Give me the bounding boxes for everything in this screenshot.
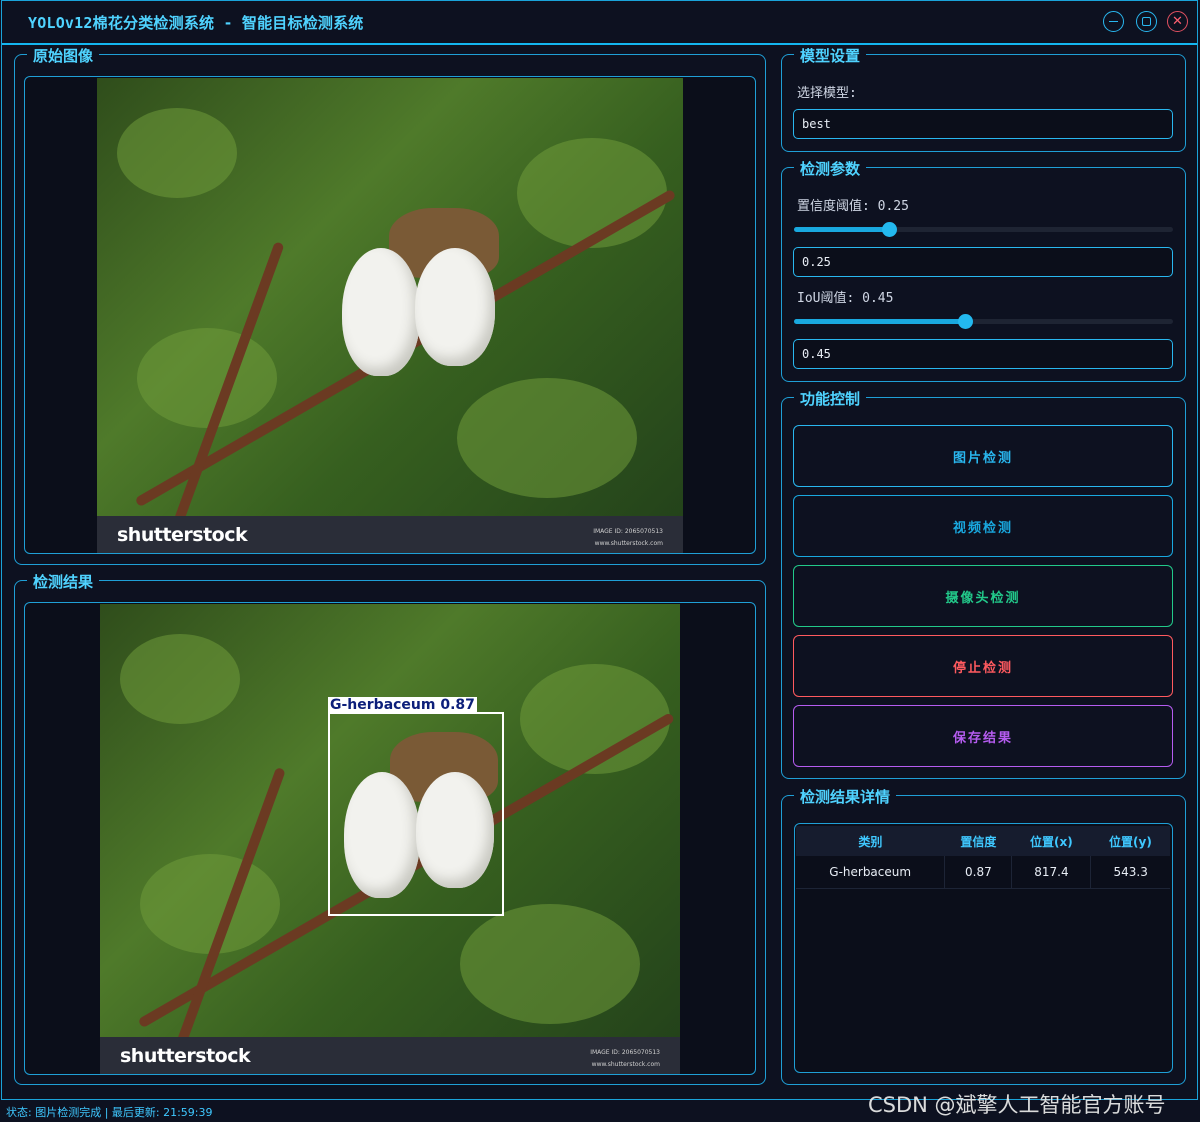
image-detect-button[interactable]: 图片检测	[793, 425, 1173, 487]
leaf-decoration	[457, 378, 637, 498]
column-header-y[interactable]: 位置(y)	[1090, 826, 1170, 856]
status-bar: 状态: 图片检测完成 | 最后更新: 21:59:39	[6, 1106, 213, 1119]
save-result-button[interactable]: 保存结果	[793, 705, 1173, 767]
result-image: G-herbaceum 0.87 shutterstock IMAGE ID: …	[100, 604, 680, 1074]
column-header-class[interactable]: 类别	[796, 826, 945, 856]
result-image-title: 检测结果	[27, 571, 100, 592]
original-image-title: 原始图像	[27, 45, 100, 66]
result-details-title: 检测结果详情	[794, 786, 897, 807]
confidence-input[interactable]: 0.25	[793, 247, 1173, 277]
close-icon: ✕	[1172, 14, 1183, 29]
window-title: YOLOv12棉花分类检测系统 - 智能目标检测系统	[28, 14, 364, 32]
table-row[interactable]: G-herbaceum 0.87 817.4 543.3	[796, 856, 1170, 889]
confidence-slider[interactable]	[794, 222, 1173, 237]
maximize-button[interactable]	[1136, 11, 1157, 32]
leaf-decoration	[517, 138, 667, 248]
iou-input[interactable]: 0.45	[793, 339, 1173, 369]
cell-x: 817.4	[1011, 856, 1092, 889]
result-table: 类别 置信度 位置(x) 位置(y) G-herbaceum 0.87 817.…	[796, 826, 1170, 889]
minimize-icon	[1109, 20, 1118, 23]
function-control-title: 功能控制	[794, 388, 867, 409]
cotton-boll	[342, 248, 420, 376]
cell-class: G-herbaceum	[796, 856, 946, 889]
confidence-slider-handle[interactable]	[881, 222, 897, 237]
confidence-slider-fill	[794, 227, 889, 232]
confidence-label: 置信度阈值: 0.25	[797, 199, 909, 214]
watermark-id: IMAGE ID: 2065070513 www.shutterstock.co…	[593, 526, 663, 550]
stop-detect-button[interactable]: 停止检测	[793, 635, 1173, 697]
camera-detect-button[interactable]: 摄像头检测	[793, 565, 1173, 627]
model-select[interactable]: best	[793, 109, 1173, 139]
model-select-label: 选择模型:	[797, 86, 857, 101]
cotton-boll	[415, 248, 495, 366]
iou-slider[interactable]	[794, 314, 1173, 329]
watermark-logo: shutterstock	[117, 524, 248, 546]
watermark-logo: shutterstock	[120, 1045, 251, 1067]
model-settings-title: 模型设置	[794, 45, 867, 66]
detection-label: G-herbaceum 0.87	[328, 697, 477, 713]
column-header-confidence[interactable]: 置信度	[944, 826, 1012, 856]
original-image-frame: shutterstock IMAGE ID: 2065070513 www.sh…	[24, 76, 756, 554]
leaf-decoration	[120, 634, 240, 724]
table-header-row: 类别 置信度 位置(x) 位置(y)	[796, 826, 1170, 856]
detection-params-title: 检测参数	[794, 158, 867, 179]
watermark-id: IMAGE ID: 2065070513 www.shutterstock.co…	[590, 1047, 660, 1071]
watermark-id-text: IMAGE ID: 2065070513	[593, 528, 663, 535]
column-header-x[interactable]: 位置(x)	[1011, 826, 1091, 856]
watermark-url-text: www.shutterstock.com	[594, 540, 663, 547]
leaf-decoration	[117, 108, 237, 198]
detection-box	[328, 712, 504, 916]
watermark-bar: shutterstock IMAGE ID: 2065070513 www.sh…	[100, 1037, 680, 1074]
close-button[interactable]: ✕	[1167, 11, 1188, 32]
watermark-url-text: www.shutterstock.com	[591, 1061, 660, 1068]
original-image: shutterstock IMAGE ID: 2065070513 www.sh…	[97, 78, 683, 553]
csdn-watermark: CSDN @斌擎人工智能官方账号	[868, 1093, 1166, 1117]
leaf-decoration	[460, 904, 640, 1024]
iou-label: IoU阈值: 0.45	[797, 291, 894, 306]
watermark-bar: shutterstock IMAGE ID: 2065070513 www.sh…	[97, 516, 683, 553]
leaf-decoration	[137, 328, 277, 428]
video-detect-button[interactable]: 视频检测	[793, 495, 1173, 557]
iou-slider-handle[interactable]	[957, 314, 973, 329]
watermark-id-text: IMAGE ID: 2065070513	[590, 1049, 660, 1056]
cell-y: 543.3	[1090, 856, 1170, 889]
leaf-decoration	[140, 854, 280, 954]
iou-slider-fill	[794, 319, 965, 324]
cell-confidence: 0.87	[944, 856, 1013, 889]
result-image-frame: G-herbaceum 0.87 shutterstock IMAGE ID: …	[24, 602, 756, 1075]
minimize-button[interactable]	[1103, 11, 1124, 32]
maximize-icon	[1142, 17, 1151, 26]
title-bar[interactable]: YOLOv12棉花分类检测系统 - 智能目标检测系统 ✕	[2, 1, 1197, 45]
